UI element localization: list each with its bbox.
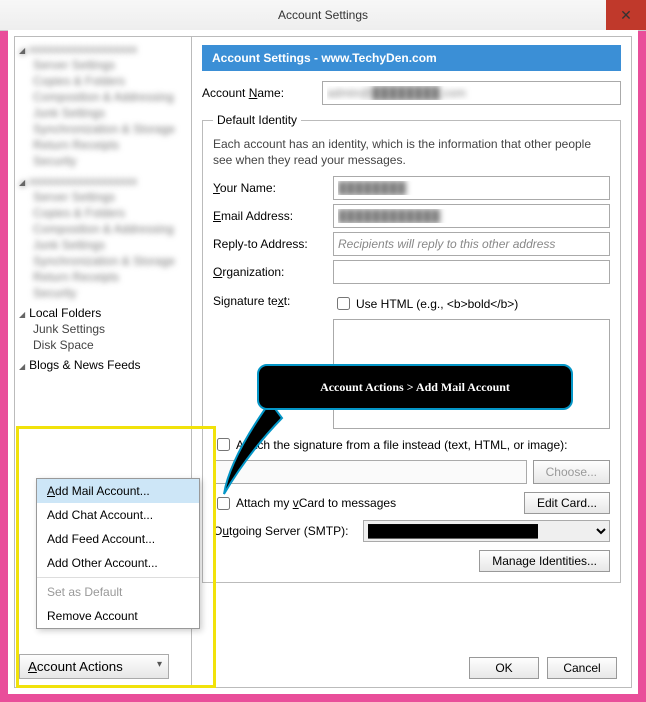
tree-disk-space[interactable]: Disk Space: [15, 337, 191, 353]
tree-sub[interactable]: Synchronization & Storage: [15, 253, 191, 269]
banner-prefix: Account Settings -: [212, 51, 321, 65]
tree-sub[interactable]: Junk Settings: [15, 237, 191, 253]
tree-junk-settings[interactable]: Junk Settings: [15, 321, 191, 337]
organization-label: Organization:: [213, 265, 333, 279]
ok-button[interactable]: OK: [469, 657, 539, 679]
titlebar: Account Settings ✕: [0, 0, 646, 31]
callout-tail: [220, 398, 290, 498]
account-name-label: Account Name:: [202, 86, 322, 100]
edit-card-button[interactable]: Edit Card...: [524, 492, 610, 514]
identity-legend: Default Identity: [213, 113, 301, 127]
attach-vcard-checkbox[interactable]: [217, 497, 230, 510]
account-name-input[interactable]: [322, 81, 621, 105]
email-label: Email Address:: [213, 209, 333, 223]
reply-to-input[interactable]: [333, 232, 610, 256]
manage-identities-button[interactable]: Manage Identities...: [479, 550, 610, 572]
organization-input[interactable]: [333, 260, 610, 284]
banner-site: www.TechyDen.com: [321, 51, 436, 65]
choose-file-button: Choose...: [533, 460, 610, 484]
tree-account-2[interactable]: xxxxxxxxxxxxxxxxxx: [15, 173, 191, 189]
tree-sub[interactable]: Composition & Addressing: [15, 89, 191, 105]
menu-set-default: Set as Default: [37, 580, 199, 604]
tree-sub[interactable]: Copies & Folders: [15, 73, 191, 89]
account-actions-menu: Add Mail Account... Add Chat Account... …: [36, 478, 200, 629]
use-html-label: Use HTML (e.g., <b>bold</b>): [356, 297, 518, 311]
menu-separator: [37, 577, 199, 578]
tree-account-1[interactable]: xxxxxxxxxxxxxxxxxx: [15, 41, 191, 57]
tree-sub[interactable]: Security: [15, 285, 191, 301]
tree-sub[interactable]: Composition & Addressing: [15, 221, 191, 237]
tree-blogs-news[interactable]: Blogs & News Feeds: [15, 357, 191, 373]
cancel-button[interactable]: Cancel: [547, 657, 617, 679]
signature-text-label: Signature text:: [213, 294, 333, 308]
content-pane: Account Settings - www.TechyDen.com Acco…: [192, 37, 631, 687]
menu-add-feed-account[interactable]: Add Feed Account...: [37, 527, 199, 551]
tree-sub[interactable]: Server Settings: [15, 57, 191, 73]
dialog-footer: OK Cancel: [469, 657, 617, 679]
tree-sub[interactable]: Synchronization & Storage: [15, 121, 191, 137]
your-name-input[interactable]: [333, 176, 610, 200]
smtp-label: Outgoing Server (SMTP):: [213, 524, 363, 538]
outer-border: Account Settings ✕ xxxxxxxxxxxxxxxxxx Se…: [0, 0, 646, 702]
tree-sub[interactable]: Junk Settings: [15, 105, 191, 121]
default-identity-group: Default Identity Each account has an ide…: [202, 113, 621, 583]
callout-text: Account Actions > Add Mail Account: [320, 380, 510, 395]
tree-sub[interactable]: Return Receipts: [15, 137, 191, 153]
attach-vcard-label: Attach my vCard to messages: [236, 496, 524, 510]
identity-desc: Each account has an identity, which is t…: [213, 137, 610, 168]
tree-sub[interactable]: Security: [15, 153, 191, 169]
reply-to-label: Reply-to Address:: [213, 237, 333, 251]
tree-sub[interactable]: Server Settings: [15, 189, 191, 205]
menu-add-other-account[interactable]: Add Other Account...: [37, 551, 199, 575]
menu-add-mail-account[interactable]: Add Mail Account...: [37, 479, 199, 503]
window-title: Account Settings: [278, 8, 368, 22]
menu-remove-account[interactable]: Remove Account: [37, 604, 199, 628]
close-icon: ✕: [620, 7, 632, 24]
banner: Account Settings - www.TechyDen.com: [202, 45, 621, 71]
tree-local-folders[interactable]: Local Folders: [15, 305, 191, 321]
account-actions-button[interactable]: Account Actions: [19, 654, 169, 679]
close-button[interactable]: ✕: [606, 0, 646, 30]
your-name-label: Your Name:: [213, 181, 333, 195]
tutorial-callout: Account Actions > Add Mail Account: [257, 364, 573, 410]
email-input[interactable]: [333, 204, 610, 228]
smtp-select[interactable]: ████████████████████: [363, 520, 610, 542]
use-html-checkbox[interactable]: [337, 297, 350, 310]
tree-sub[interactable]: Copies & Folders: [15, 205, 191, 221]
tree-sub[interactable]: Return Receipts: [15, 269, 191, 285]
menu-add-chat-account[interactable]: Add Chat Account...: [37, 503, 199, 527]
